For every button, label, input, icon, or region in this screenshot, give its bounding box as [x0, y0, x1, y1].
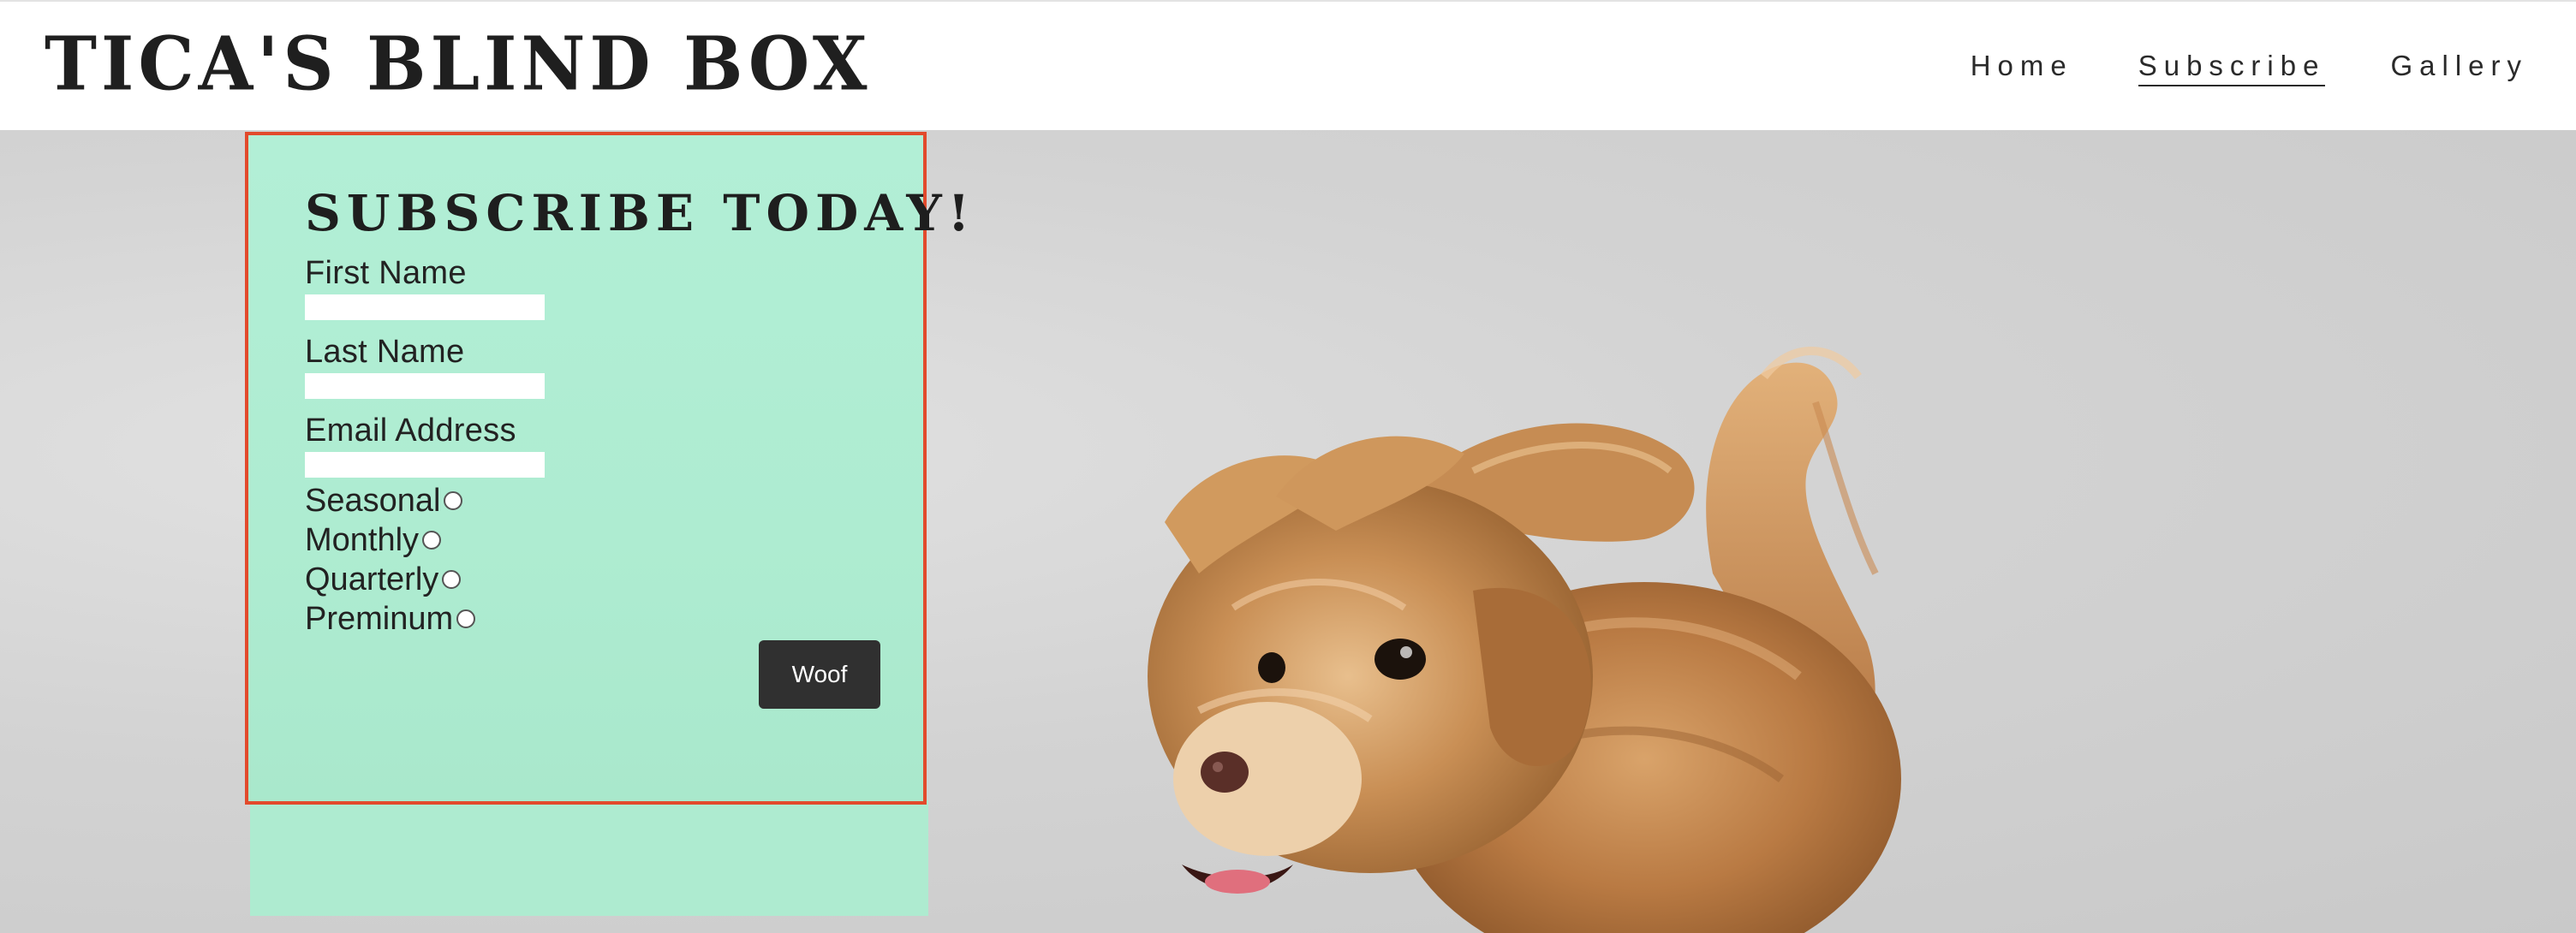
last-name-input[interactable] — [305, 373, 545, 399]
plan-radio-monthly[interactable] — [422, 531, 442, 550]
plan-option-monthly[interactable]: Monthly — [305, 520, 887, 560]
plan-radio-quarterly[interactable] — [442, 570, 462, 589]
plan-option-seasonal[interactable]: Seasonal — [305, 481, 887, 520]
subscribe-panel: SUBSCRIBE TODAY! First Name Last Name Em… — [245, 132, 969, 805]
plan-label-monthly: Monthly — [305, 522, 420, 558]
panel-extension — [250, 800, 928, 916]
plan-option-preminum[interactable]: Preminum — [305, 599, 887, 639]
plan-option-quarterly[interactable]: Quarterly — [305, 560, 887, 599]
plan-label-seasonal: Seasonal — [305, 483, 441, 519]
email-input[interactable] — [305, 452, 545, 478]
site-header: TICA'S BLIND BOX Home Subscribe Gallery — [0, 0, 2576, 130]
nav-home[interactable]: Home — [1971, 51, 2073, 86]
plan-radio-seasonal[interactable] — [444, 491, 463, 510]
dog-photo — [1148, 347, 1901, 933]
last-name-label: Last Name — [305, 334, 465, 370]
nav-gallery[interactable]: Gallery — [2390, 51, 2528, 86]
first-name-input[interactable] — [305, 294, 545, 320]
subscribe-form: First Name Last Name Email Address Seaso… — [305, 253, 887, 639]
plan-label-preminum: Preminum — [305, 601, 454, 637]
first-name-label: First Name — [305, 255, 467, 291]
woof-submit-button[interactable]: Woof — [759, 640, 880, 709]
plan-radio-preminum[interactable] — [456, 609, 476, 628]
main-nav: Home Subscribe Gallery — [1971, 51, 2528, 86]
site-title[interactable]: TICA'S BLIND BOX — [45, 27, 872, 101]
plan-label-quarterly: Quarterly — [305, 562, 439, 597]
subscribe-title: SUBSCRIBE TODAY! — [305, 184, 976, 242]
nav-subscribe[interactable]: Subscribe — [2138, 51, 2326, 86]
email-label: Email Address — [305, 413, 516, 449]
